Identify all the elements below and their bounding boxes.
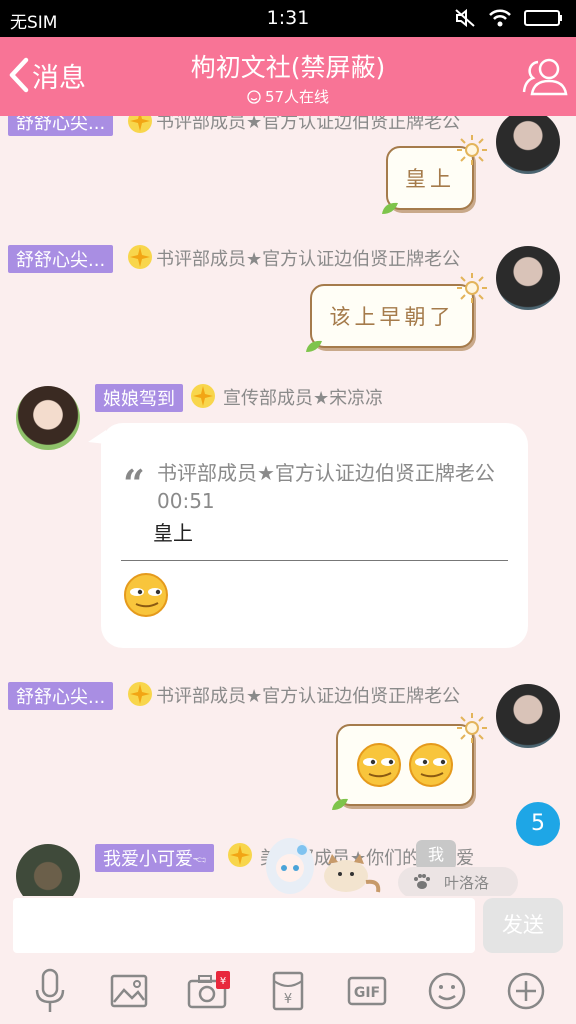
cat-sticker-icon: [324, 854, 381, 893]
group-members-button[interactable]: [522, 54, 568, 102]
emoji-button[interactable]: [425, 969, 469, 1013]
anime-girl-sticker-icon: [266, 838, 314, 894]
red-packet-icon: ¥: [272, 971, 304, 1011]
smiley-small-icon: [247, 89, 261, 104]
sender-title: 宣传部成员★宋凉凉: [223, 388, 384, 409]
leaf-decoration-icon: [306, 340, 322, 352]
svg-text:¥: ¥: [219, 976, 225, 987]
plus-icon: [507, 972, 545, 1010]
emoji-icon: [428, 972, 466, 1010]
divider: [121, 560, 508, 561]
sun-decoration-icon: [457, 273, 487, 303]
message-bubble[interactable]: 该上早朝了: [306, 273, 487, 352]
wifi-icon: [489, 9, 511, 27]
group-title: 枸初文社(禁屏蔽): [190, 53, 386, 82]
members-icon: [522, 58, 568, 96]
message-text: 皇上: [405, 167, 455, 191]
message-bubble[interactable]: [332, 713, 487, 810]
status-icons: [454, 8, 564, 28]
sender-name-tag[interactable]: 舒舒心尖...: [8, 245, 114, 273]
badge-star-icon: [128, 245, 152, 269]
sun-decoration-icon: [457, 713, 487, 743]
sender-name-tag[interactable]: 舒舒心尖...: [8, 682, 114, 710]
input-toolbar: ¥ ¥ GIF: [0, 958, 576, 1024]
badge-star-icon: [128, 116, 152, 133]
sender-name-tag[interactable]: 娘娘驾到: [95, 384, 183, 412]
sun-decoration-icon: [457, 135, 487, 165]
unread-count-badge[interactable]: 5: [516, 802, 560, 846]
image-icon: [110, 974, 148, 1008]
send-button[interactable]: 发送: [483, 898, 563, 953]
gif-button[interactable]: GIF: [345, 969, 389, 1013]
camera-button[interactable]: ¥: [187, 969, 231, 1013]
reply-text: 皇上: [153, 521, 193, 545]
sender-title: 书评部成员★官方认证边伯贤正牌老公: [156, 116, 461, 133]
quote-reply-bubble[interactable]: “ 书评部成员★官方认证边伯贤正牌老公 00:51 皇上: [101, 423, 528, 648]
leaf-decoration-icon: [382, 202, 398, 214]
message-text: 该上早朝了: [329, 305, 455, 329]
voice-button[interactable]: [28, 968, 72, 1013]
chat-header: 消息 枸初文社(禁屏蔽) 57人在线: [0, 37, 576, 116]
svg-text:GIF: GIF: [354, 985, 380, 1001]
red-packet-button[interactable]: ¥: [266, 969, 310, 1013]
leaf-decoration-icon: [332, 798, 348, 810]
input-area: 发送: [0, 896, 576, 958]
sender-name-tag[interactable]: 我爱小可爱🖘: [95, 844, 215, 872]
gif-icon: GIF: [348, 976, 387, 1006]
sender-title: 书评部成员★官方认证边伯贤正牌老公: [156, 686, 461, 707]
me-chip: 我: [416, 840, 456, 870]
online-count: 57人在线: [0, 86, 576, 107]
avatar[interactable]: [496, 116, 560, 174]
mute-icon: [455, 8, 475, 28]
smirk-emoji-icon: [124, 573, 168, 617]
quote-mark-icon: “: [123, 461, 145, 506]
smirk-emoji-icon: [409, 743, 453, 787]
paw-icon: [414, 874, 430, 889]
message-input[interactable]: [13, 898, 475, 953]
sender-title: 书评部成员★官方认证边伯贤正牌老公: [156, 249, 461, 270]
avatar[interactable]: [16, 844, 80, 896]
status-bar: 无SIM 1:31: [0, 0, 576, 37]
chat-area[interactable]: 舒舒心尖... 书评部成员★官方认证边伯贤正牌老公 皇上 舒舒心尖... 书评部…: [0, 116, 576, 896]
avatar[interactable]: [16, 386, 80, 450]
typing-indicator: 叶洛洛: [398, 867, 518, 896]
quoted-message: 书评部成员★官方认证边伯贤正牌老公 00:51: [157, 461, 495, 513]
sender-name-tag[interactable]: 舒舒心尖...: [8, 116, 114, 136]
online-count-label: 57人在线: [264, 88, 330, 106]
smirk-emoji-icon: [357, 743, 401, 787]
avatar[interactable]: [496, 246, 560, 310]
badge-star-icon: [191, 384, 215, 408]
image-button[interactable]: [107, 969, 151, 1013]
svg-text:¥: ¥: [284, 992, 292, 1007]
badge-star-icon: [228, 843, 252, 867]
battery-icon: [524, 10, 562, 26]
mic-icon: [35, 968, 64, 1012]
typing-user-name: 叶洛洛: [444, 874, 490, 892]
more-button[interactable]: [504, 969, 548, 1013]
camera-icon: ¥: [187, 971, 230, 1009]
avatar[interactable]: [496, 684, 560, 748]
badge-star-icon: [128, 682, 152, 706]
message-bubble[interactable]: 皇上: [382, 135, 487, 214]
